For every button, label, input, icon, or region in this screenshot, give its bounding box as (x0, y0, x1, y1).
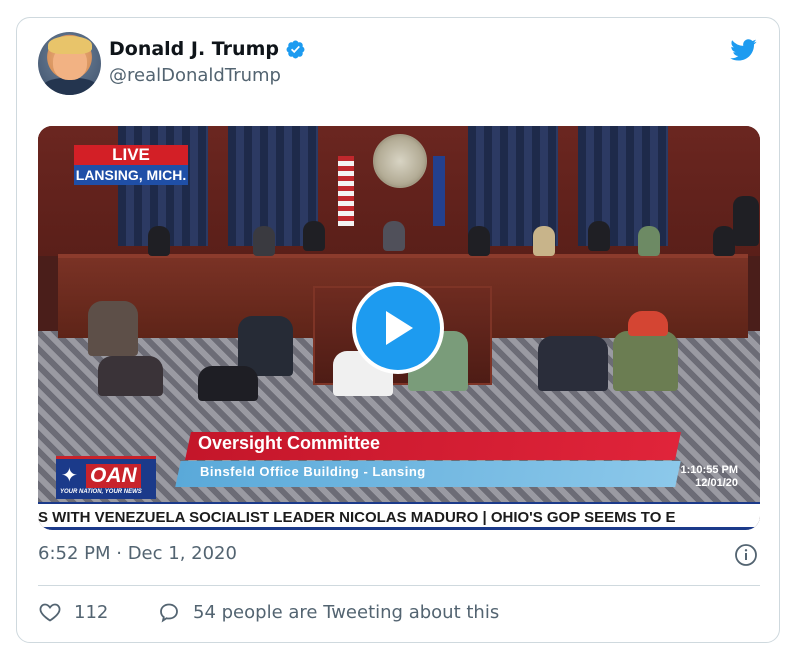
headline: Oversight Committee (198, 433, 381, 453)
play-icon (386, 311, 413, 345)
state-seal (373, 134, 427, 188)
speech-bubble-icon (160, 603, 178, 623)
divider (38, 585, 760, 586)
author-name[interactable]: Donald J. Trump (109, 38, 279, 60)
like-button[interactable]: 112 (38, 600, 108, 624)
twitter-bird-icon[interactable] (727, 36, 759, 64)
info-icon[interactable] (734, 543, 758, 567)
live-badge: LIVE LANSING, MICH. (74, 145, 188, 185)
broadcast-time: 1:10:55 PM (680, 464, 738, 476)
verified-badge-icon (286, 40, 305, 58)
like-count: 112 (74, 601, 109, 623)
subheadline: Binsfeld Office Building - Lansing (200, 464, 426, 479)
state-flag (433, 156, 445, 226)
news-ticker: S WITH VENEZUELA SOCIALIST LEADER NICOLA… (38, 502, 760, 530)
tweeting-about-text: 54 people are Tweeting about this (193, 601, 500, 623)
star-icon: ✦ (61, 465, 78, 487)
us-flag (338, 156, 354, 226)
reply-button[interactable]: 54 people are Tweeting about this (157, 600, 499, 624)
broadcast-date: 12/01/20 (695, 477, 738, 489)
tweet-card[interactable]: Donald J. Trump @realDonaldTrump LIVE LA… (16, 17, 780, 643)
network-logo-text: OAN (86, 464, 141, 488)
location-label: LANSING, MICH. (74, 165, 188, 185)
live-label: LIVE (74, 145, 188, 165)
tweet-timestamp[interactable]: 6:52 PM · Dec 1, 2020 (38, 543, 237, 564)
author-name-row[interactable]: Donald J. Trump (109, 38, 306, 60)
avatar[interactable] (38, 32, 101, 95)
timecode: 1:10:55 PM 12/01/20 (681, 464, 738, 490)
ticker-text: S WITH VENEZUELA SOCIALIST LEADER NICOLA… (38, 509, 676, 526)
author-handle[interactable]: @realDonaldTrump (109, 65, 281, 86)
video-thumbnail[interactable]: LIVE LANSING, MICH. Oversight Committee … (38, 126, 760, 530)
network-logo: ✦ OAN YOUR NATION, YOUR NEWS (56, 456, 156, 499)
heart-icon (39, 603, 61, 622)
network-tagline: YOUR NATION, YOUR NEWS (60, 489, 142, 495)
play-button[interactable] (352, 282, 444, 374)
